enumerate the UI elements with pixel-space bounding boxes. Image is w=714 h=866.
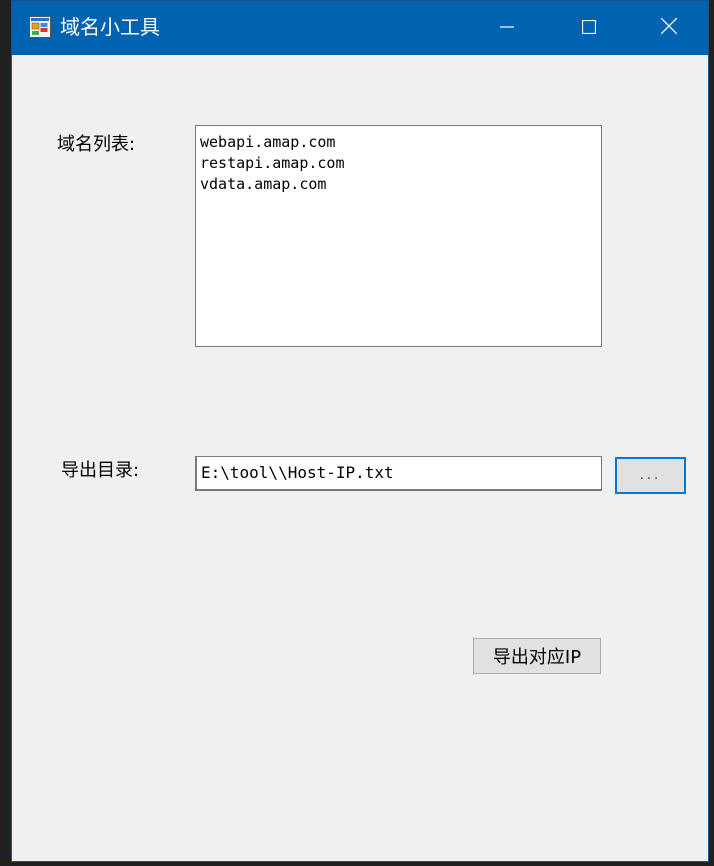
close-button[interactable]: [628, 1, 710, 55]
export-ip-button[interactable]: 导出对应IP: [473, 638, 601, 674]
maximize-icon: [581, 19, 597, 38]
app-window: 域名小工具 域名列表: webapi.amap.com restapi.amap…: [11, 0, 709, 862]
export-dir-input[interactable]: E:\tool\\Host-IP.txt: [195, 456, 602, 491]
window-title: 域名小工具: [60, 15, 160, 39]
domain-list-label: 域名列表:: [57, 134, 136, 155]
close-icon: [660, 17, 678, 38]
export-dir-label: 导出目录:: [61, 460, 140, 481]
maximize-button[interactable]: [548, 1, 630, 55]
browse-button[interactable]: ...: [615, 457, 686, 494]
minimize-icon: [500, 19, 514, 38]
domain-list-textarea[interactable]: webapi.amap.com restapi.amap.com vdata.a…: [195, 125, 602, 347]
minimize-button[interactable]: [466, 1, 548, 55]
title-bar[interactable]: 域名小工具: [12, 1, 708, 55]
app-icon: [29, 16, 51, 38]
